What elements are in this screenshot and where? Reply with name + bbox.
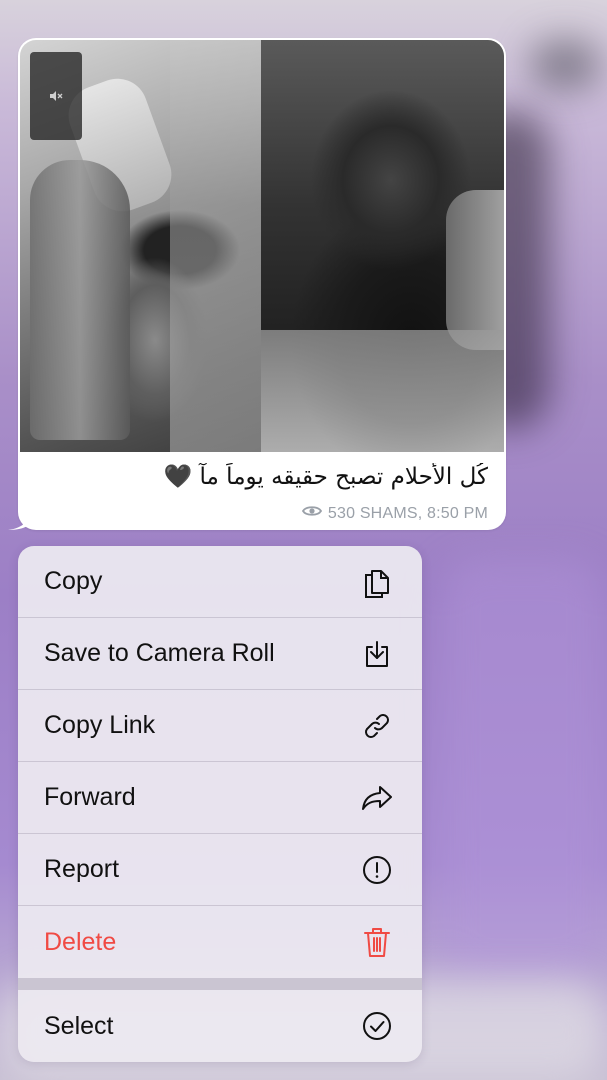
menu-item-delete[interactable]: Delete — [18, 906, 422, 978]
copy-icon — [360, 565, 394, 599]
menu-item-copy[interactable]: Copy — [18, 546, 422, 618]
menu-item-label: Forward — [44, 783, 136, 811]
video-frame-right — [261, 40, 504, 452]
menu-item-copy-link[interactable]: Copy Link — [18, 690, 422, 762]
background-blur-shape — [530, 40, 600, 90]
background-blur-shape — [440, 560, 607, 980]
forward-arrow-icon — [360, 781, 394, 815]
menu-item-label: Delete — [44, 927, 117, 956]
link-icon — [360, 709, 394, 743]
menu-item-select[interactable]: Select — [18, 990, 422, 1062]
message-caption: كُل الأحلام تصبح حقيقه يوماً مآ 🖤 — [163, 464, 488, 490]
context-menu: Copy Save to Camera Roll Copy Link Forwa… — [18, 546, 422, 1062]
menu-item-label: Select — [44, 1011, 114, 1040]
menu-item-label: Copy Link — [44, 711, 156, 739]
trash-icon — [360, 925, 394, 959]
menu-item-label: Report — [44, 855, 120, 883]
message-media[interactable] — [20, 40, 504, 452]
message-bubble[interactable]: كُل الأحلام تصبح حقيقه يوماً مآ 🖤 530 SH… — [18, 38, 506, 530]
message-meta-text: 530 SHAMS, 8:50 PM — [327, 504, 488, 522]
menu-item-label: Copy — [44, 567, 103, 595]
menu-item-forward[interactable]: Forward — [18, 762, 422, 834]
menu-item-save-to-camera-roll[interactable]: Save to Camera Roll — [18, 618, 422, 690]
menu-item-report[interactable]: Report — [18, 834, 422, 906]
report-exclamation-icon — [360, 853, 394, 887]
message-meta: 530 SHAMS, 8:50 PM — [301, 504, 488, 523]
save-download-icon — [360, 637, 394, 671]
muted-speaker-icon[interactable] — [30, 52, 82, 140]
menu-separator — [18, 978, 422, 990]
menu-item-label: Save to Camera Roll — [44, 639, 275, 667]
checkmark-circle-icon — [360, 1009, 394, 1043]
eye-views-icon — [301, 504, 322, 523]
